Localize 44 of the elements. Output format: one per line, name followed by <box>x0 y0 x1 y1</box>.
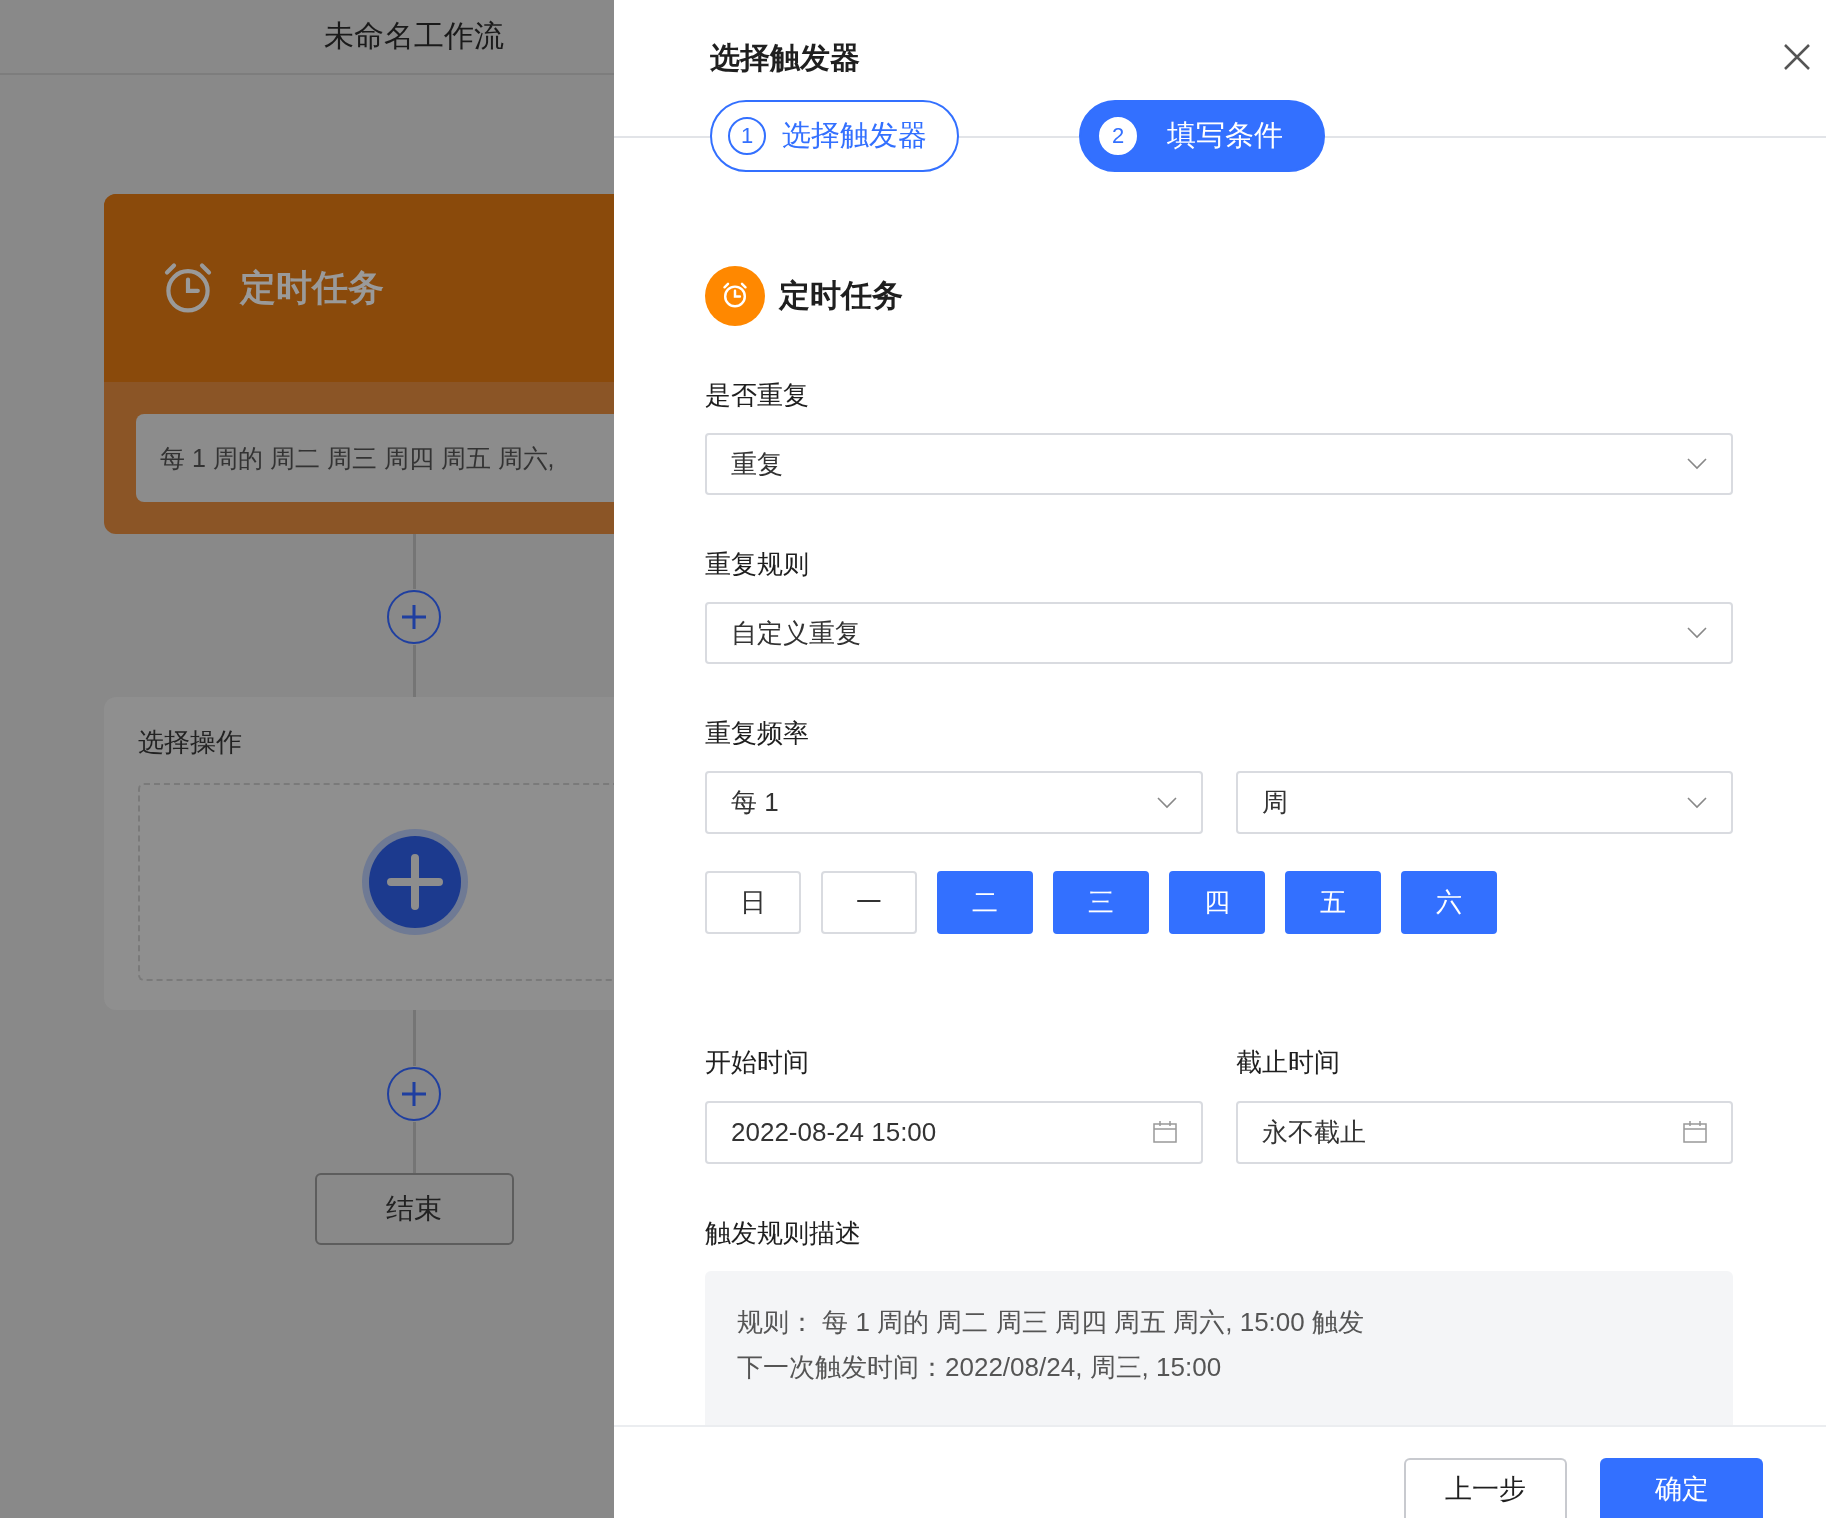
field-label: 是否重复 <box>705 379 810 412</box>
close-icon[interactable] <box>1782 42 1812 72</box>
calendar-icon <box>1152 1121 1177 1144</box>
trigger-name: 定时任务 <box>779 277 903 315</box>
weekday-toggle[interactable]: 二 <box>937 871 1033 935</box>
rule-description-text: 下一次触发时间：2022/08/24, 周三, 15:00 <box>737 1351 1223 1384</box>
confirm-button[interactable]: 确定 <box>1600 1458 1763 1518</box>
date-field[interactable]: 永不截止 <box>1235 1100 1733 1164</box>
add-step-icon[interactable] <box>386 1066 442 1122</box>
select-field[interactable]: 周 <box>1235 771 1733 835</box>
previous-button[interactable]: 上一步 <box>1404 1458 1567 1518</box>
chevron-down-icon <box>1687 458 1707 471</box>
schedule-summary-field: 每 1 周的 周二 周三 周四 周五 周六, <box>136 414 614 502</box>
weekday-toggle[interactable]: 日 <box>705 871 801 935</box>
chevron-down-icon <box>1687 796 1707 809</box>
drawer-title: 选择触发器 <box>710 39 860 76</box>
workflow-title: 未命名工作流 <box>324 18 504 54</box>
field-label: 重复规则 <box>705 547 810 581</box>
field-label: 触发规则描述 <box>705 1216 862 1250</box>
field-label: 重复频率 <box>705 716 810 750</box>
rule-description-text: 规则： 每 1 周的 周二 周三 周四 周五 周六, 15:00 触发 <box>737 1306 1365 1339</box>
add-action-icon[interactable] <box>361 828 469 936</box>
select-field[interactable]: 自定义重复 <box>705 602 1733 664</box>
field-label: 开始时间 <box>705 1045 810 1079</box>
weekday-toggle[interactable]: 五 <box>1285 871 1381 935</box>
calendar-icon <box>1683 1121 1707 1144</box>
weekday-toggle[interactable]: 三 <box>1053 871 1149 935</box>
field-label: 截止时间 <box>1235 1045 1341 1079</box>
weekday-toggle[interactable]: 四 <box>1169 871 1265 935</box>
alarm-clock-icon <box>705 266 765 326</box>
trigger-card[interactable]: 定时任务 每 1 周的 周二 周三 周四 周五 周六, <box>104 194 614 534</box>
chevron-down-icon <box>1687 627 1707 639</box>
select-field[interactable]: 重复 <box>705 433 1733 495</box>
step-tab[interactable]: 2 填写条件 <box>1079 100 1325 172</box>
select-field[interactable]: 每 1 <box>705 771 1203 835</box>
chevron-down-icon <box>1156 796 1177 809</box>
action-card-title: 选择操作 <box>138 726 243 759</box>
date-field[interactable]: 2022-08-24 15:00 <box>705 1100 1203 1164</box>
add-step-icon[interactable] <box>386 589 442 645</box>
weekday-toggle[interactable]: 一 <box>821 871 917 935</box>
end-node: 结束 <box>314 1173 514 1245</box>
step-tab[interactable]: 1 选择触发器 <box>710 100 959 172</box>
weekday-toggle[interactable]: 六 <box>1401 871 1497 935</box>
trigger-card-title: 定时任务 <box>240 265 384 310</box>
